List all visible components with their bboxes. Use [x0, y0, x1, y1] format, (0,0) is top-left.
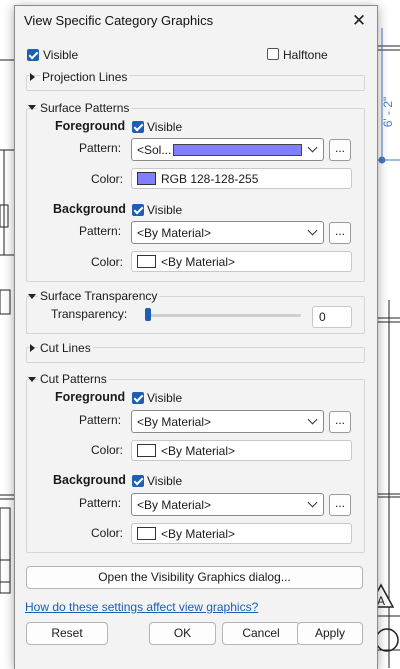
expand-arrow-icon[interactable]: [30, 344, 35, 352]
sp-background-pattern-browse-button[interactable]: ...: [329, 222, 351, 244]
visible-checkbox[interactable]: [27, 49, 39, 61]
pattern-preview-swatch: [173, 144, 302, 156]
title-bar: View Specific Category Graphics ✕: [15, 6, 377, 36]
sp-foreground-pattern-value: <Sol...: [137, 143, 172, 157]
chevron-down-icon: [307, 225, 318, 236]
cp-foreground-visible-checkbox[interactable]: [132, 392, 144, 404]
visible-label: Visible: [43, 48, 79, 62]
cp-foreground-pattern-dropdown[interactable]: <By Material>: [131, 410, 324, 433]
view-specific-category-graphics-dialog: View Specific Category Graphics ✕ Visibl…: [14, 5, 378, 669]
cp-background-label: Background: [53, 473, 126, 487]
cp-foreground-pattern-value: <By Material>: [137, 415, 212, 429]
sp-foreground-color-field[interactable]: RGB 128-128-255: [131, 168, 352, 189]
color-swatch: [137, 255, 156, 268]
sp-background-pattern-dropdown[interactable]: <By Material>: [131, 221, 324, 244]
surface-transparency-header[interactable]: Surface Transparency: [38, 289, 160, 303]
cp-background-pattern-dropdown[interactable]: <By Material>: [131, 493, 324, 516]
cut-lines-header[interactable]: Cut Lines: [38, 341, 93, 355]
transparency-value-input[interactable]: 0: [312, 306, 352, 328]
reset-button[interactable]: Reset: [26, 622, 108, 645]
cp-foreground-pattern-browse-button[interactable]: ...: [329, 411, 351, 433]
expand-arrow-icon[interactable]: [30, 73, 35, 81]
transparency-label: Transparency:: [51, 307, 128, 321]
sp-foreground-color-value: RGB 128-128-255: [161, 172, 259, 186]
sp-background-label: Background: [53, 202, 126, 216]
ok-button[interactable]: OK: [149, 622, 216, 645]
chevron-down-icon: [307, 142, 318, 153]
close-icon[interactable]: ✕: [347, 9, 371, 33]
sp-background-color-field[interactable]: <By Material>: [131, 251, 352, 272]
cancel-button[interactable]: Cancel: [222, 622, 300, 645]
transparency-slider-thumb[interactable]: [145, 308, 151, 321]
cp-background-pattern-label: Pattern:: [79, 496, 122, 510]
apply-button[interactable]: Apply: [297, 622, 363, 645]
sp-background-visible-label: Visible: [147, 203, 183, 217]
collapse-arrow-icon[interactable]: [28, 377, 36, 382]
cp-foreground-pattern-label: Pattern:: [79, 413, 122, 427]
cp-background-color-value: <By Material>: [161, 527, 236, 541]
color-swatch: [137, 444, 156, 457]
cp-background-visible-checkbox[interactable]: [132, 475, 144, 487]
sp-background-pattern-label: Pattern:: [79, 224, 122, 238]
cp-background-color-label: Color:: [91, 526, 124, 540]
chevron-down-icon: [307, 414, 318, 425]
chevron-down-icon: [307, 497, 318, 508]
sp-foreground-visible-label: Visible: [147, 120, 183, 134]
sp-background-visible-checkbox[interactable]: [132, 204, 144, 216]
sp-foreground-pattern-browse-button[interactable]: ...: [329, 139, 351, 161]
cut-patterns-header[interactable]: Cut Patterns: [38, 372, 109, 386]
cp-foreground-color-label: Color:: [91, 443, 124, 457]
section-tag-letter: A: [377, 594, 385, 608]
cp-foreground-label: Foreground: [55, 390, 126, 404]
cp-background-visible-label: Visible: [147, 474, 183, 488]
cp-foreground-color-value: <By Material>: [161, 444, 236, 458]
cp-background-color-field[interactable]: <By Material>: [131, 523, 352, 544]
transparency-value: 0: [319, 310, 326, 324]
collapse-arrow-icon[interactable]: [28, 294, 36, 299]
surface-patterns-header[interactable]: Surface Patterns: [38, 101, 132, 115]
cp-foreground-visible-label: Visible: [147, 391, 183, 405]
sp-background-color-label: Color:: [91, 255, 124, 269]
sp-foreground-pattern-dropdown[interactable]: <Sol...: [131, 138, 324, 161]
transparency-slider-track[interactable]: [146, 314, 301, 317]
sp-foreground-pattern-label: Pattern:: [79, 141, 122, 155]
sp-foreground-label: Foreground: [55, 119, 126, 133]
color-swatch: [137, 527, 156, 540]
cp-foreground-color-field[interactable]: <By Material>: [131, 440, 352, 461]
halftone-label: Halftone: [283, 48, 328, 62]
collapse-arrow-icon[interactable]: [28, 105, 36, 110]
cp-background-pattern-value: <By Material>: [137, 498, 212, 512]
open-visibility-graphics-button[interactable]: Open the Visibility Graphics dialog...: [26, 566, 363, 589]
dialog-title: View Specific Category Graphics: [24, 13, 214, 28]
sp-background-color-value: <By Material>: [161, 255, 236, 269]
halftone-checkbox[interactable]: [267, 48, 279, 60]
dimension-text: 6' - 2": [381, 97, 395, 128]
sp-foreground-color-label: Color:: [91, 172, 124, 186]
sp-foreground-visible-checkbox[interactable]: [132, 121, 144, 133]
help-link[interactable]: How do these settings affect view graphi…: [25, 600, 258, 614]
projection-lines-header[interactable]: Projection Lines: [40, 70, 130, 84]
cp-background-pattern-browse-button[interactable]: ...: [329, 494, 351, 516]
color-swatch: [137, 172, 156, 185]
sp-background-pattern-value: <By Material>: [137, 226, 212, 240]
